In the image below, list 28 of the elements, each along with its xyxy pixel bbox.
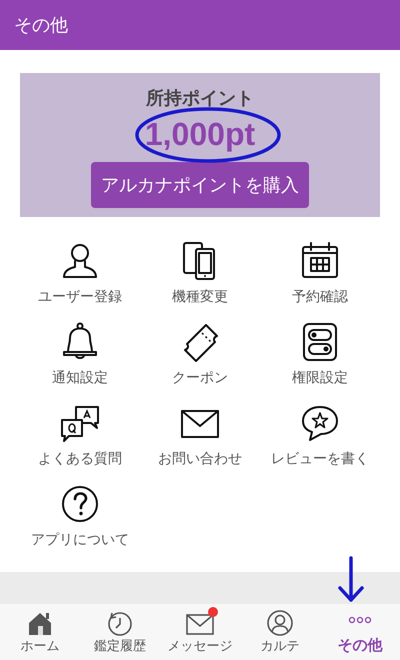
header-title: その他 — [14, 14, 68, 38]
question-circle-icon[interactable] — [60, 484, 100, 524]
person-circle-icon[interactable] — [266, 608, 294, 636]
tab[interactable]: メッセージ — [168, 636, 232, 656]
toggles-icon[interactable] — [300, 322, 340, 362]
points-value: 1,000pt — [144, 116, 256, 152]
menu-item-label[interactable]: 機種変更 — [172, 287, 228, 308]
calendar-icon[interactable] — [300, 241, 340, 281]
star-bubble-icon[interactable] — [300, 403, 340, 443]
tab[interactable]: 鑑定履歴 — [94, 636, 146, 656]
menu-item-label[interactable]: 予約確認 — [292, 287, 348, 308]
user-icon[interactable] — [60, 241, 100, 281]
buy-points-button[interactable]: アルカナポイントを購入 — [91, 162, 309, 208]
menu-item-label[interactable]: ユーザー登録 — [38, 287, 122, 308]
points-label: 所持ポイント — [146, 87, 254, 111]
tab[interactable]: ホーム — [20, 636, 60, 656]
annotation-arrow — [338, 556, 364, 602]
menu-item-label[interactable]: お問い合わせ — [158, 449, 242, 470]
menu-item-label[interactable]: 通知設定 — [52, 368, 108, 389]
bell-icon[interactable] — [60, 322, 100, 362]
tab[interactable]: その他 — [338, 634, 382, 656]
tab[interactable]: カルテ — [260, 636, 300, 656]
chat-bubbles-icon[interactable] — [60, 403, 100, 443]
menu-item-label[interactable]: 権限設定 — [292, 368, 348, 389]
menu-item-label[interactable]: アプリについて — [31, 530, 129, 551]
menu-item-label[interactable]: クーポン — [172, 368, 228, 389]
menu-item-label[interactable]: レビューを書く — [271, 449, 369, 470]
menu-item-label[interactable]: よくある質問 — [38, 449, 122, 470]
